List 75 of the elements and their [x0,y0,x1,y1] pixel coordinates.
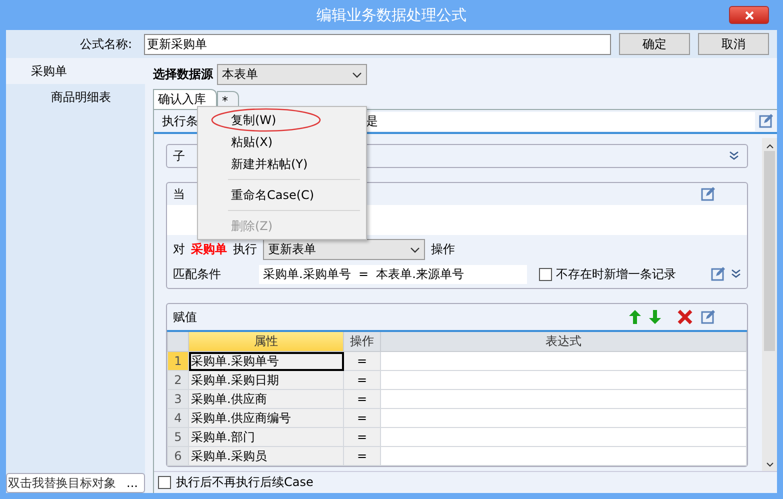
menu-item[interactable]: 新建并粘帖(Y) [224,153,364,175]
operator-cell: = [344,390,380,408]
property-cell[interactable]: 采购单.供应商 [188,390,344,408]
property-cell[interactable]: 采购单.采购日期 [188,370,344,390]
window-title: 编辑业务数据处理公式 [316,6,466,24]
edit-icon[interactable] [711,267,725,281]
current-label: 当 [173,186,185,202]
formula-name-field[interactable]: 更新采购单 [144,34,611,54]
menu-item[interactable]: 粘贴(X) [224,131,364,153]
action-dropdown[interactable]: 更新表单 [263,239,425,260]
operator-cell: = [344,370,380,390]
row-number[interactable]: 6 [168,446,188,466]
property-cell[interactable]: 采购单.供应商编号 [188,408,344,428]
row-number[interactable]: 1 [168,352,188,370]
operator-cell: = [344,428,380,446]
row-number[interactable]: 4 [168,408,188,428]
down-arrow-icon[interactable] [649,310,661,324]
action-suffix-label: 操作 [431,241,455,258]
sidebar-item[interactable]: 商品明细表 [6,84,145,110]
close-button[interactable] [729,6,769,24]
property-cell[interactable]: 采购单.采购单号 [188,352,344,370]
row-number[interactable]: 2 [168,370,188,390]
expression-cell[interactable] [380,370,746,390]
column-header[interactable]: 操作 [344,331,380,352]
expand-chevrons-icon[interactable] [729,151,739,161]
checkbox-label: 执行后不再执行后续Case [176,474,314,491]
match-label: 匹配条件 [173,266,222,282]
checkbox-label: 不存在时新增一条记录 [556,266,676,282]
subsection-label: 子 [173,148,185,164]
corner-cell [168,331,188,352]
expression-cell[interactable] [380,390,746,408]
checkbox[interactable] [158,476,171,489]
expression-cell[interactable] [380,408,746,428]
target-prefix-label: 对 [173,241,185,258]
edit-icon[interactable] [759,114,773,128]
expression-cell[interactable] [380,428,746,446]
property-cell[interactable]: 采购单.部门 [188,428,344,446]
operator-cell: = [344,352,380,370]
column-header[interactable]: 属性 [188,331,344,352]
column-header[interactable]: 表达式 [380,331,746,352]
delete-icon[interactable] [677,309,693,325]
scroll-up-icon[interactable] [766,144,774,149]
property-cell[interactable]: 采购单.采购员 [188,446,344,466]
row-number[interactable]: 5 [168,428,188,446]
dropdown-caret-icon [410,246,420,252]
close-icon [744,10,754,20]
formula-name-label: 公式名称: [78,36,133,52]
menu-item[interactable]: 重命名Case(C) [224,184,364,206]
expand-chevrons-icon[interactable] [731,269,741,279]
browse-button[interactable]: ... [126,476,138,490]
assign-title: 赋值 [173,308,197,326]
menu-item[interactable]: 复制(W) [224,109,364,131]
operator-cell: = [344,446,380,466]
up-arrow-icon[interactable] [629,310,641,324]
condition-label: 执行条 [162,112,199,130]
ok-button[interactable]: 确定 [619,33,690,55]
datasource-dropdown[interactable]: 本表单 [217,64,367,85]
scrollbar[interactable] [762,138,777,471]
checkbox[interactable] [539,268,552,280]
operator-cell: = [344,408,380,428]
edit-icon[interactable] [701,187,715,201]
case-tab[interactable]: 确认入库 [153,89,217,109]
expression-cell[interactable] [380,352,746,370]
match-condition-field[interactable]: 采购单.采购单号 = 本表单.来源单号 [259,264,527,284]
edit-icon[interactable] [701,310,715,324]
datasource-label: 选择数据源 [153,66,213,83]
target-name: 采购单 [191,241,227,258]
action-label: 执行 [233,241,257,258]
scroll-down-icon[interactable] [766,462,774,467]
target-object-field[interactable]: 双击我替换目标对象 ... [6,473,145,493]
cancel-button[interactable]: 取消 [698,33,769,55]
expression-cell[interactable] [380,446,746,466]
sidebar-item[interactable]: 采购单 [6,58,145,84]
dropdown-caret-icon [352,72,362,78]
row-number[interactable]: 3 [168,390,188,408]
